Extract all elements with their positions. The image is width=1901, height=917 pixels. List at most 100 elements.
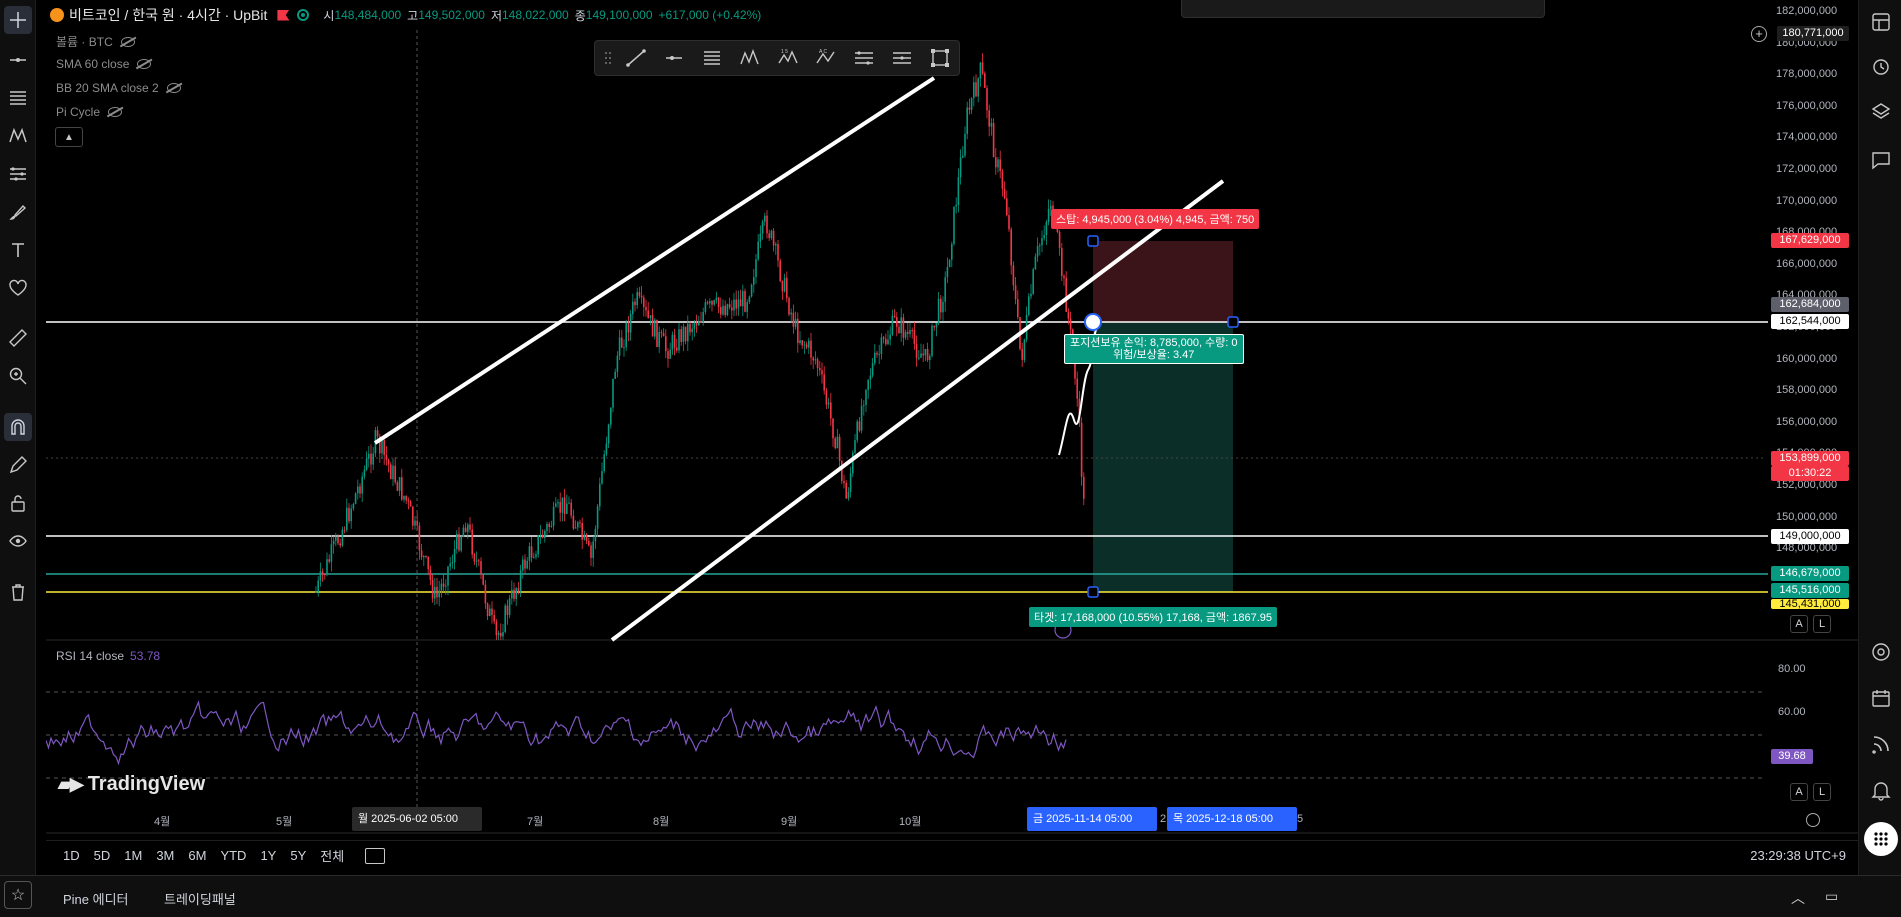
position-info-label[interactable]: 포지션보유 손익: 8,785,000, 수량: 0 위험/보상율: 3.47 (1064, 334, 1244, 364)
rsi-tick-60: 60.00 (1778, 706, 1806, 718)
candle-body (713, 300, 715, 305)
brush-tool-icon[interactable] (4, 198, 32, 226)
channel-upper-line (373, 76, 936, 445)
candle-body (918, 357, 920, 359)
range-3m-button[interactable]: 3M (149, 848, 181, 863)
crosshair-tool-icon[interactable] (4, 6, 32, 34)
range-5d-button[interactable]: 5D (87, 848, 118, 863)
flag-icon[interactable] (277, 9, 290, 21)
symbol-title[interactable]: 비트코인 / 한국 원 · 4시간 · UpBit (69, 5, 267, 25)
lock-icon[interactable] (4, 489, 32, 517)
candle-body (1069, 318, 1072, 330)
candle-body (458, 533, 460, 551)
trendline-tool-icon[interactable] (4, 46, 32, 74)
abc-wave-icon[interactable]: A C (809, 44, 843, 72)
auto-scale-button[interactable]: A (1790, 615, 1808, 633)
candle-body (753, 277, 755, 285)
text-tool-icon[interactable] (4, 236, 32, 264)
layers-icon[interactable] (1867, 98, 1895, 126)
candle-body (981, 62, 984, 74)
draw-mode-icon[interactable] (4, 451, 32, 479)
rsi-legend[interactable]: RSI 14 close 53.78 (56, 649, 160, 663)
chart-canvas[interactable] (46, 0, 1858, 840)
candle-body (471, 529, 473, 555)
range-1d-button[interactable]: 1D (56, 848, 87, 863)
fib-retracement-icon[interactable] (695, 44, 729, 72)
hidden-eye-icon[interactable] (137, 59, 152, 69)
eye-icon[interactable] (4, 527, 32, 555)
volume-legend[interactable]: 볼륨 · BTC (56, 33, 135, 50)
rectangle-icon[interactable] (923, 44, 957, 72)
hidden-eye-icon[interactable] (120, 36, 135, 47)
calendar-icon[interactable] (1867, 684, 1895, 712)
candle-body (361, 476, 363, 494)
range-6m-button[interactable]: 6M (181, 848, 213, 863)
candle-body (889, 334, 891, 340)
hidden-eye-icon[interactable] (166, 83, 181, 93)
collapse-legend-chevron-up-icon[interactable]: ▲ (55, 127, 83, 147)
target-label[interactable]: 타겟: 17,168,000 (10.55%) 17,168, 금액: 1867… (1029, 607, 1278, 627)
range-ytd-button[interactable]: YTD (213, 848, 253, 863)
chevron-up-icon[interactable]: ︿ (1791, 888, 1805, 908)
target-icon[interactable] (1867, 638, 1895, 666)
rsi-auto-scale-button[interactable]: A (1790, 783, 1808, 801)
candle-body (330, 544, 333, 562)
range-5y-button[interactable]: 5Y (283, 848, 313, 863)
settings-gear-icon[interactable] (1806, 813, 1820, 827)
candle-body (845, 482, 847, 499)
heart-icon[interactable] (4, 274, 32, 302)
candle-body (715, 297, 718, 301)
add-alert-plus-icon[interactable]: + (1751, 26, 1767, 42)
watchlist-icon[interactable] (1867, 8, 1895, 36)
log-scale-button[interactable]: L (1813, 615, 1831, 633)
xabcd-pattern-icon[interactable] (733, 44, 767, 72)
candle-body (964, 133, 966, 156)
range-1y-button[interactable]: 1Y (253, 848, 283, 863)
star-icon[interactable]: ☆ (4, 881, 32, 909)
price-tick: 156,000,000 (1776, 415, 1838, 428)
alerts-clock-icon[interactable] (1867, 52, 1895, 80)
apps-grid-icon[interactable] (1864, 822, 1898, 856)
elliott-wave-icon[interactable]: 1 5 (771, 44, 805, 72)
hidden-eye-icon[interactable] (108, 107, 123, 117)
drag-handle-icon[interactable] (601, 44, 615, 72)
candle-body (447, 566, 449, 586)
ruler-icon[interactable] (4, 324, 32, 352)
pi-legend[interactable]: Pi Cycle (56, 105, 123, 119)
chat-icon[interactable] (1867, 146, 1895, 174)
gann-icon[interactable] (885, 44, 919, 72)
horizontal-ray-icon[interactable] (657, 44, 691, 72)
fib-tool-icon[interactable] (4, 84, 32, 112)
maximize-panel-icon[interactable]: ▭ (1825, 888, 1838, 905)
candle-body (572, 515, 575, 529)
range-1m-button[interactable]: 1M (117, 848, 149, 863)
candle-body (651, 315, 654, 337)
feed-icon[interactable] (1867, 730, 1895, 758)
stop-label[interactable]: 스탑: 4,945,000 (3.04%) 4,945, 금액: 750 (1051, 209, 1260, 229)
bell-icon[interactable] (1867, 776, 1895, 804)
pine-editor-tab[interactable]: Pine 에디터 (63, 889, 129, 908)
pattern-tool-icon[interactable] (4, 122, 32, 150)
parallel-channel-icon[interactable] (847, 44, 881, 72)
candle-body (497, 632, 500, 636)
candle-body (524, 559, 526, 569)
candle-body (662, 333, 665, 337)
sma-legend[interactable]: SMA 60 close (56, 57, 152, 71)
rsi-log-scale-button[interactable]: L (1813, 783, 1831, 801)
zoom-icon[interactable] (4, 362, 32, 390)
candle-body (368, 453, 370, 459)
candle-body (563, 497, 566, 514)
trading-panel-tab[interactable]: 트레이딩패널 (164, 889, 236, 908)
magnet-icon[interactable] (4, 413, 32, 441)
object-toolbar[interactable] (1181, 0, 1545, 18)
trendline-icon[interactable] (619, 44, 653, 72)
clock-timezone[interactable]: 23:29:38 UTC+9 (1750, 848, 1846, 863)
candle-body (315, 591, 317, 593)
go-to-date-calendar-icon[interactable] (365, 847, 386, 864)
bb-legend[interactable]: BB 20 SMA close 2 (56, 81, 181, 95)
trash-icon[interactable] (4, 578, 32, 606)
candle-body (1039, 245, 1041, 247)
candle-body (581, 522, 583, 540)
forecast-tool-icon[interactable] (4, 160, 32, 188)
range-all-button[interactable]: 전체 (313, 846, 351, 865)
